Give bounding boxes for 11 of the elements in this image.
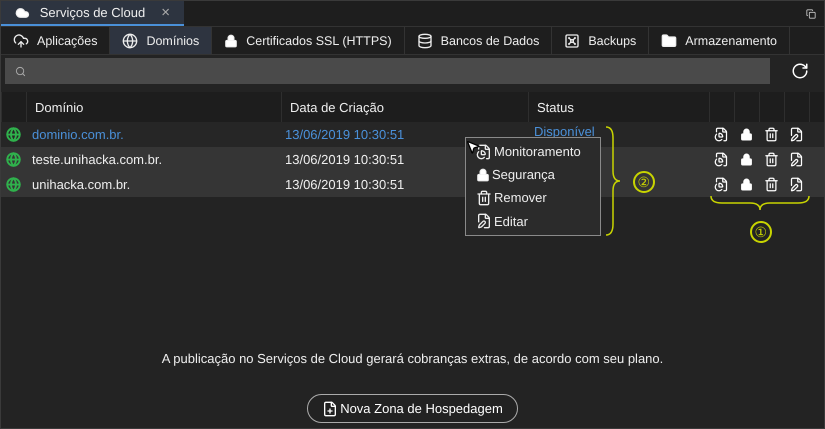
- window-title: Serviços de Cloud: [40, 5, 146, 20]
- date-cell: 13/06/2019 10:30:51: [285, 127, 404, 142]
- domain-cell: teste.unihacka.com.br.: [32, 152, 162, 167]
- status-cell: Disponível: [534, 124, 595, 139]
- callout-number: ②: [633, 171, 655, 193]
- notice-text: A publicação no Serviços de Cloud gerará cobranças extras, de acordo com seu plano.: [162, 351, 664, 366]
- date-cell: 13/06/2019 10:30:51: [285, 152, 404, 167]
- callout-number: ①: [750, 221, 772, 243]
- date-cell: 13/06/2019 10:30:51: [285, 177, 404, 192]
- domain-cell: unihacka.com.br.: [32, 177, 130, 192]
- domain-cell: dominio.com.br.: [32, 127, 124, 142]
